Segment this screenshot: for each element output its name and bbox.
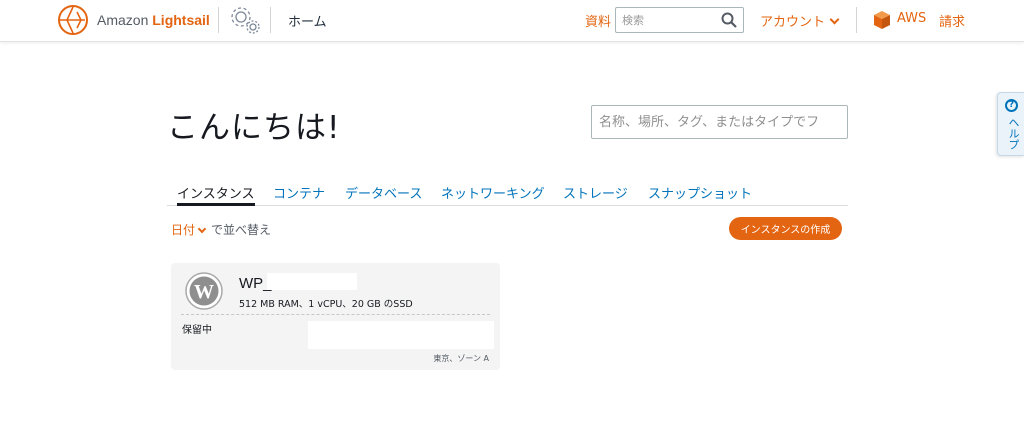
divider	[181, 314, 490, 315]
aws-cube-icon	[874, 11, 890, 29]
gear-icon[interactable]	[227, 3, 263, 37]
home-link[interactable]: ホーム	[288, 11, 327, 30]
resource-tabs: インスタンス コンテナ データベース ネットワーキング ストレージ スナップショ…	[167, 180, 848, 206]
tab-instances[interactable]: インスタンス	[177, 183, 254, 202]
tab-containers[interactable]: コンテナ	[273, 183, 325, 202]
tab-snapshots[interactable]: スナップショット	[648, 183, 752, 202]
divider	[218, 7, 219, 33]
wordpress-icon: W	[185, 272, 223, 310]
sort-field-dropdown[interactable]: 日付	[171, 223, 211, 237]
lightsail-logo[interactable]: Amazon Lightsail	[55, 3, 210, 37]
global-search[interactable]	[615, 7, 744, 33]
help-icon: ?	[1005, 99, 1018, 112]
tab-databases[interactable]: データベース	[345, 183, 422, 202]
top-navigation: Amazon Lightsail ホーム 資料 アカウント AWS 請求	[0, 0, 1024, 42]
instance-status: 保留中	[182, 325, 212, 336]
svg-text:W: W	[194, 281, 214, 303]
chevron-down-icon	[197, 224, 207, 234]
search-icon[interactable]	[721, 12, 737, 28]
page-title: こんにちは!	[167, 110, 341, 146]
docs-link[interactable]: 資料	[585, 11, 611, 30]
active-tab-indicator	[177, 203, 255, 206]
resource-filter[interactable]	[591, 105, 848, 139]
sort-field-label: 日付	[171, 223, 196, 237]
account-label: アカウント	[760, 15, 826, 30]
aws-link[interactable]: AWS	[897, 11, 926, 26]
redacted-name	[267, 273, 357, 290]
help-label: ヘルプ	[1007, 117, 1020, 150]
divider	[856, 7, 857, 33]
search-input[interactable]	[616, 8, 716, 32]
instance-card[interactable]: W WP_ 512 MB RAM、1 vCPU、20 GB のSSD 保留中 東…	[171, 263, 500, 370]
instance-zone: 東京、ゾーン A	[433, 354, 489, 363]
billing-link[interactable]: 請求	[939, 11, 965, 30]
create-instance-button[interactable]: インスタンスの作成	[729, 217, 842, 240]
chevron-down-icon	[829, 14, 840, 25]
redacted-ip	[308, 321, 494, 349]
lightsail-logo-icon	[58, 5, 88, 35]
sort-suffix: で並べ替え	[211, 223, 272, 237]
sort-control: 日付 で並べ替え	[171, 221, 271, 238]
tab-networking[interactable]: ネットワーキング	[441, 183, 545, 202]
tab-storage[interactable]: ストレージ	[563, 183, 628, 202]
instance-specs: 512 MB RAM、1 vCPU、20 GB のSSD	[239, 299, 413, 310]
help-tab[interactable]: ? ヘルプ	[997, 92, 1024, 156]
divider	[270, 7, 271, 33]
logo-text: Amazon Lightsail	[97, 12, 210, 28]
filter-input[interactable]	[592, 106, 847, 138]
account-menu[interactable]: アカウント	[760, 11, 840, 30]
